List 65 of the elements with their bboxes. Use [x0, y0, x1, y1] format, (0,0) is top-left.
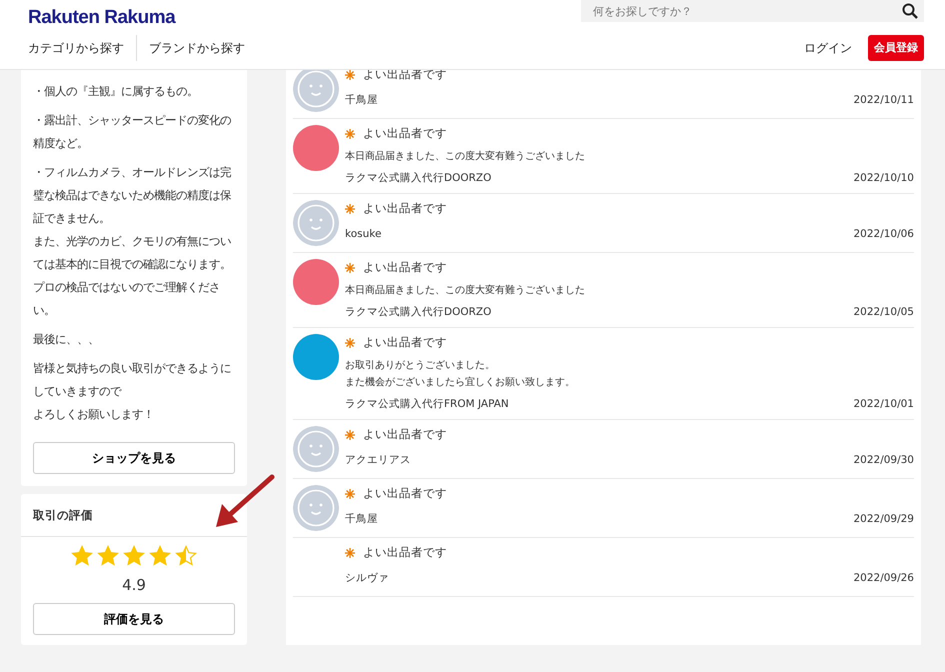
reviewer-name: ラクマ公式購入代行DOORZO: [345, 171, 492, 186]
reviewer-name: 千鳥屋: [345, 93, 378, 108]
rating-score: 4.9: [121, 575, 147, 596]
description-text: 最後に、、、: [33, 331, 100, 348]
star-icon: [97, 545, 119, 568]
search-icon[interactable]: [902, 3, 918, 19]
sun-icon: [345, 488, 355, 499]
reviewer-name: シルヴァ: [345, 571, 389, 586]
review-date: 2022/09/30: [853, 453, 914, 468]
review-message: お取引ありがとうございました。: [345, 359, 496, 374]
sun-icon: [345, 262, 355, 273]
star-icon: [123, 545, 145, 568]
reviewer-name: 千鳥屋: [345, 512, 378, 528]
view-ratings-button[interactable]: 評価を見る: [33, 602, 235, 635]
sun-icon: [345, 204, 355, 214]
review-message: 本日商品届きました、この度大変有難うございました: [345, 150, 586, 164]
sun-icon: [345, 128, 355, 139]
review-date: 2022/10/05: [853, 305, 914, 320]
reviewer-name: ラクマ公式購入代行FROM JAPAN: [345, 397, 509, 412]
reviewer-name: アクエリアス: [345, 453, 411, 468]
sun-icon: [345, 430, 355, 440]
half-star-icon: [175, 545, 197, 568]
review-date: 2022/10/06: [853, 227, 914, 242]
review-date: 2022/09/29: [853, 512, 914, 528]
description-text: 皆様と気持ちの良い取引ができるようにしていきますので: [33, 360, 232, 400]
description-text: ・個人の『主観』に属するもの。: [33, 83, 199, 100]
rating-label: よい出品者です: [363, 125, 447, 142]
rating-label: よい出品者です: [363, 544, 447, 561]
rating-label: よい出品者です: [363, 200, 447, 217]
smiley-avatar-icon: [293, 485, 339, 531]
star-icon: [149, 545, 171, 568]
signup-button[interactable]: 会員登録: [868, 34, 924, 61]
description-text: また、光学のカビ、クモリの有無については基本的に目視での確認になります。: [33, 233, 232, 273]
sun-icon: [345, 548, 355, 558]
smiley-avatar-icon: [293, 200, 339, 246]
review-message: 本日商品届きました、この度大変有難うございました: [345, 284, 586, 298]
rating-label: よい出品者です: [363, 485, 447, 502]
smiley-avatar-icon: [293, 426, 339, 472]
review-date: 2022/10/01: [853, 397, 914, 412]
review-date: 2022/09/26: [853, 571, 914, 586]
sun-icon: [345, 338, 355, 348]
avatar-image: [293, 334, 339, 380]
sun-icon: [345, 70, 355, 80]
star-icon: [71, 545, 93, 568]
review-date: 2022/10/11: [853, 93, 914, 108]
reviewer-name: ラクマ公式購入代行DOORZO: [345, 305, 492, 320]
view-shop-button[interactable]: ショップを見る: [33, 442, 235, 474]
arrow-annotation: [216, 474, 274, 527]
logo[interactable]: Rakuten Rakuma: [28, 4, 176, 32]
login-link[interactable]: ログイン: [804, 38, 852, 57]
description-text: プロの検品ではないのでご理解ください。: [33, 279, 221, 319]
description-text: よろしくお願いします！: [33, 406, 155, 423]
search-field[interactable]: 何をお探しですか？: [581, 0, 924, 22]
rating-label: よい出品者です: [363, 334, 447, 351]
rating-label: よい出品者です: [363, 426, 447, 443]
rating-label: よい出品者です: [363, 259, 447, 276]
avatar-image: [293, 125, 339, 171]
avatar-image: [293, 259, 339, 305]
reviewer-name: kosuke: [345, 227, 382, 242]
description-text: ・露出計、シャッタースピードの変化の精度など。: [33, 112, 232, 152]
review-message: また機会がございましたら宜しくお願い致します。: [345, 376, 576, 390]
review-date: 2022/10/10: [853, 171, 914, 186]
nav-link[interactable]: カテゴリから探す: [16, 34, 136, 61]
description-text: ・フィルムカメラ、オールドレンズは完璧な検品はできないため機能の精度は保証できません。: [33, 164, 232, 227]
nav-link[interactable]: ブランドから探す: [136, 34, 257, 61]
